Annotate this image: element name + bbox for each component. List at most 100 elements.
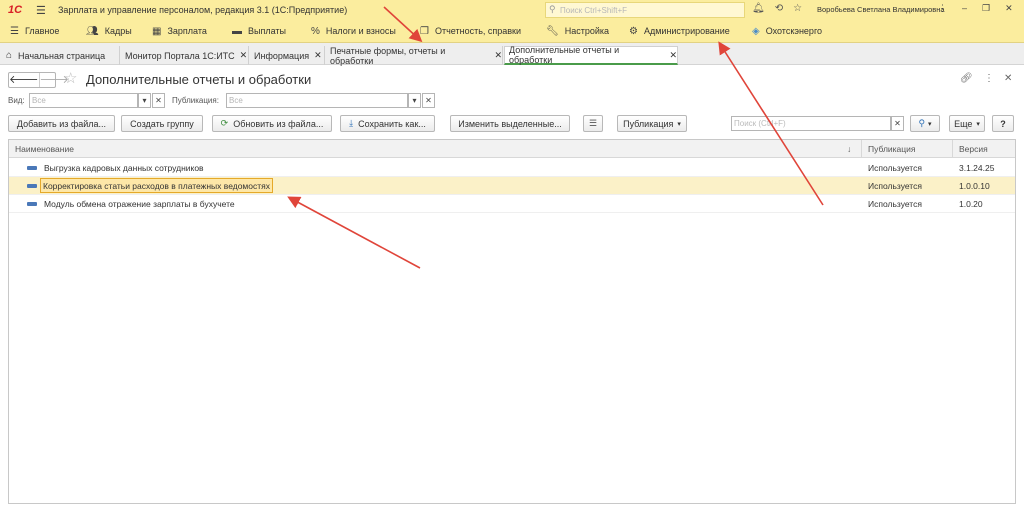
global-search-placeholder: Поиск Ctrl+Shift+F xyxy=(560,5,628,15)
wrench-icon: 🔧︎ xyxy=(546,25,559,37)
tab-additional-reports[interactable]: Дополнительные отчеты и обработки ✕ xyxy=(504,45,678,65)
button-label: Создать группу xyxy=(130,118,194,129)
publication-filter-input[interactable]: Все xyxy=(226,93,408,108)
sort-arrow-icon[interactable]: ↓ xyxy=(847,144,851,154)
table-row[interactable]: Модуль обмена отражение зарплаты в бухуч… xyxy=(9,195,1015,213)
form-more-icon[interactable]: ⋮ xyxy=(984,73,994,84)
cell-name: Корректировка статьи расходов в платежны… xyxy=(40,178,273,193)
search-clear-icon[interactable]: ✕ xyxy=(891,116,904,131)
button-label: Публикация xyxy=(623,118,674,129)
global-search-input[interactable]: ⚲ Поиск Ctrl+Shift+F xyxy=(545,2,745,18)
chevron-down-icon: ▾ xyxy=(677,120,681,128)
report-item-icon xyxy=(27,166,37,170)
1c-logo: 1С xyxy=(8,4,23,16)
refresh-icon: ⟳ xyxy=(220,118,229,128)
table-row[interactable]: Выгрузка кадровых данных сотрудников Исп… xyxy=(9,159,1015,177)
kind-filter-placeholder: Все xyxy=(32,96,46,105)
publication-filter-label: Публикация: xyxy=(172,96,219,105)
add-from-file-button[interactable]: Добавить из файла... xyxy=(8,115,115,132)
cell-name: Выгрузка кадровых данных сотрудников xyxy=(44,163,204,173)
publication-menu-button[interactable]: Публикация ▾ xyxy=(617,115,687,132)
cell-publication: Используется xyxy=(868,163,922,173)
save-as-button[interactable]: ⤓ Сохранить как... xyxy=(340,115,435,132)
download-icon: ⤓ xyxy=(349,118,354,128)
column-header-name[interactable]: Наименование xyxy=(15,144,74,154)
close-window-icon[interactable]: ✕ xyxy=(1005,3,1013,14)
section-taxes[interactable]: % Налоги и взносы xyxy=(311,20,396,43)
more-icon[interactable]: ⋮ xyxy=(938,3,947,14)
main-menu-icon[interactable]: ☰ xyxy=(36,4,48,17)
section-settings[interactable]: 🔧︎ Настройка xyxy=(546,20,609,43)
link-icon[interactable]: 🔗︎ xyxy=(960,73,973,84)
kind-dropdown-icon[interactable]: ▾ xyxy=(138,93,151,108)
search-button[interactable]: ⚲ ▾ xyxy=(910,115,940,132)
list-icon: ☰ xyxy=(588,118,598,128)
tab-its-monitor[interactable]: Монитор Портала 1С:ИТС ✕ xyxy=(121,46,249,65)
bell-icon[interactable]: 🔔︎ xyxy=(752,3,765,14)
kind-filter-input[interactable]: Все xyxy=(29,93,138,108)
column-header-publication[interactable]: Публикация xyxy=(868,144,916,154)
tab-home[interactable]: ⌂ Начальная страница xyxy=(2,46,120,65)
tab-print-forms[interactable]: Печатные формы, отчеты и обработки ✕ xyxy=(326,46,503,66)
tab-label: Монитор Портала 1С:ИТС xyxy=(125,50,235,61)
section-label: Охотскэнерго xyxy=(765,26,823,36)
form-close-icon[interactable]: ✕ xyxy=(1004,73,1012,84)
report-item-icon xyxy=(27,202,37,206)
create-group-button[interactable]: Создать группу xyxy=(121,115,203,132)
kind-clear-icon[interactable]: ✕ xyxy=(152,93,165,108)
window-controls: ⋮ – ❐ ✕ xyxy=(938,3,1013,14)
section-payments[interactable]: ▬ Выплаты xyxy=(232,20,286,43)
navigation-buttons: 🡐 🡒 xyxy=(8,72,69,88)
button-label: Обновить из файла... xyxy=(233,118,324,129)
table-header: Наименование ↓ Публикация Версия xyxy=(9,140,1015,158)
publication-filter-placeholder: Все xyxy=(229,96,243,105)
section-main[interactable]: ☰ Главное xyxy=(10,20,59,43)
favorite-star-icon[interactable]: ☆ xyxy=(64,69,77,87)
section-label: Отчетность, справки xyxy=(434,26,522,36)
section-panel: ☰ Главное 👥︎ Кадры ▦ Зарплата ▬ Выплаты … xyxy=(0,20,1024,43)
section-salary[interactable]: ▦ Зарплата xyxy=(152,20,207,43)
history-icon[interactable]: ⟲ xyxy=(775,3,783,14)
list-search-placeholder: Поиск (Ctrl+F) xyxy=(734,119,786,128)
chevron-down-icon: ▾ xyxy=(928,120,932,128)
close-tab-icon[interactable]: ✕ xyxy=(669,50,677,61)
more-actions-button[interactable]: Еще ▾ xyxy=(949,115,985,132)
section-label: Кадры xyxy=(104,26,132,36)
chevron-down-icon: ▾ xyxy=(976,120,980,128)
restore-icon[interactable]: ❐ xyxy=(982,3,990,14)
button-label: ? xyxy=(1000,118,1006,129)
reports-table: Наименование ↓ Публикация Версия Выгрузк… xyxy=(8,139,1016,504)
people-icon: 👥︎ xyxy=(86,25,99,37)
close-tab-icon[interactable]: ✕ xyxy=(240,50,248,61)
list-search-input[interactable]: Поиск (Ctrl+F) xyxy=(731,116,891,131)
button-label: Изменить выделенные... xyxy=(458,118,562,129)
change-selected-button[interactable]: Изменить выделенные... xyxy=(450,115,570,132)
page-title: Дополнительные отчеты и обработки xyxy=(86,72,312,87)
cell-version: 1.0.20 xyxy=(959,199,983,209)
report-item-icon xyxy=(27,184,37,188)
section-hr[interactable]: 👥︎ Кадры xyxy=(86,20,132,43)
publication-clear-icon[interactable]: ✕ xyxy=(422,93,435,108)
close-tab-icon[interactable]: ✕ xyxy=(314,50,322,61)
close-tab-icon[interactable]: ✕ xyxy=(494,50,502,61)
cell-version: 3.1.24.25 xyxy=(959,163,995,173)
favorites-star-icon[interactable]: ☆ xyxy=(793,3,802,14)
section-organization[interactable]: ◈ Охотскэнерго xyxy=(752,20,822,43)
tab-information[interactable]: Информация ✕ xyxy=(250,46,325,65)
button-label: Сохранить как... xyxy=(358,118,426,129)
cell-name: Модуль обмена отражение зарплаты в бухуч… xyxy=(44,199,235,209)
section-label: Настройка xyxy=(564,26,610,36)
section-label: Главное xyxy=(24,26,60,36)
update-from-file-button[interactable]: ⟳ Обновить из файла... xyxy=(212,115,332,132)
table-row-selected[interactable]: Корректировка статьи расходов в платежны… xyxy=(9,177,1015,195)
minimize-icon[interactable]: – xyxy=(962,3,967,14)
list-settings-button[interactable]: ☰ xyxy=(583,115,603,132)
help-button[interactable]: ? xyxy=(992,115,1014,132)
search-icon: ⚲ xyxy=(918,118,926,128)
current-user[interactable]: Воробьева Светлана Владимировна xyxy=(817,5,945,14)
back-arrow-icon[interactable]: 🡐 xyxy=(9,73,40,87)
publication-dropdown-icon[interactable]: ▾ xyxy=(408,93,421,108)
section-administration[interactable]: ⚙ Администрирование xyxy=(629,20,730,43)
column-header-version[interactable]: Версия xyxy=(959,144,988,154)
section-reports[interactable]: ❐ Отчетность, справки xyxy=(420,20,521,43)
